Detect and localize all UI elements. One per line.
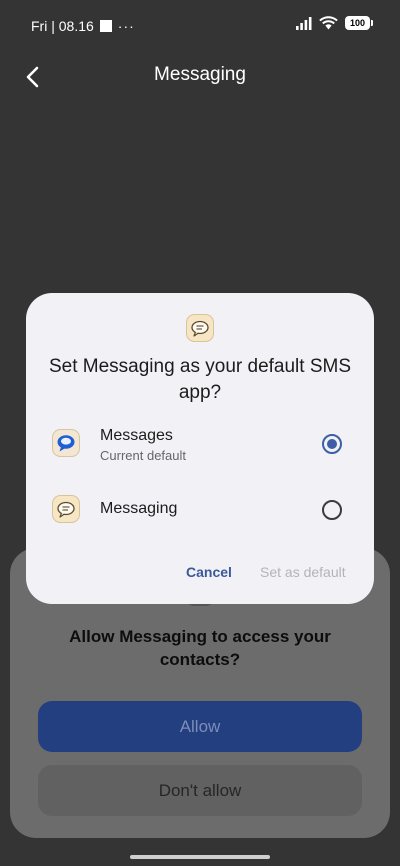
cancel-button[interactable]: Cancel (186, 564, 232, 580)
option-messages-subtitle: Current default (100, 448, 186, 463)
messaging-app-icon (186, 314, 214, 342)
dont-allow-button[interactable]: Don't allow (38, 765, 362, 816)
radio-messaging[interactable] (322, 500, 342, 520)
set-as-default-button[interactable]: Set as default (260, 564, 346, 580)
option-messages-name: Messages (100, 427, 173, 444)
dialog-title: Set Messaging as your default SMS app? (48, 356, 352, 403)
option-messages[interactable]: Messages Current default (26, 421, 374, 469)
status-bar: Fri | 08.16 ··· 100 (0, 0, 400, 54)
option-messaging[interactable]: Messaging (26, 490, 374, 530)
signal-icon (296, 16, 312, 30)
allow-button[interactable]: Allow (38, 701, 362, 752)
radio-messages-selected[interactable] (322, 434, 342, 454)
more-notifications-icon: ··· (117, 18, 135, 34)
option-messaging-name: Messaging (100, 500, 178, 517)
permission-title: Allow Messaging to access your contacts? (69, 627, 331, 669)
wifi-icon (319, 16, 338, 30)
status-time: Fri | 08.16 (31, 18, 94, 34)
status-left: Fri | 08.16 ··· (31, 18, 135, 34)
messages-app-icon (52, 429, 80, 457)
default-sms-dialog: Set Messaging as your default SMS app? M… (26, 293, 374, 604)
notification-square-icon (99, 20, 112, 32)
page-title: Messaging (154, 64, 246, 85)
messaging-app-icon (52, 495, 80, 523)
battery-icon: 100 (345, 16, 373, 30)
status-right: 100 (296, 16, 373, 30)
app-header: Messaging (0, 54, 400, 102)
home-indicator[interactable] (130, 855, 270, 859)
